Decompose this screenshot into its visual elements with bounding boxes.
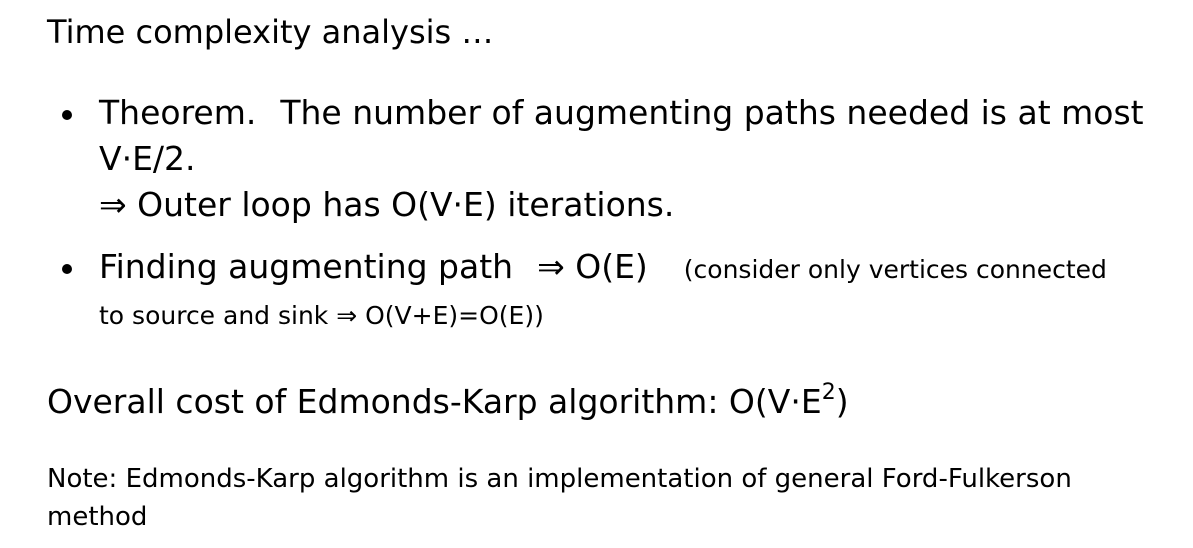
slide: Time complexity analysis … Theorem. The n… [0, 0, 1193, 548]
finding-note-start: (consider only vertices connected [683, 255, 1107, 284]
finding-text: Finding augmenting path [99, 247, 514, 286]
finding-line: Finding augmenting path ⇒ O(E) (consider o… [99, 244, 1193, 293]
theorem-continuation: V·E/2. [99, 139, 196, 178]
bullet-dot-icon [62, 110, 72, 120]
bullet-list: Theorem. The number of augmenting paths n… [0, 90, 1193, 339]
overall-cost: Overall cost of Edmonds-Karp algorithm: … [47, 380, 849, 424]
theorem-label: Theorem. [99, 93, 257, 132]
theorem-consequence: ⇒ Outer loop has O(V·E) iterations. [99, 185, 675, 224]
theorem-text: The number of augmenting paths needed is… [280, 93, 1144, 132]
theorem-line: Theorem. The number of augmenting paths n… [99, 90, 1193, 136]
finding-note-end: to source and sink ⇒ O(V+E)=O(E)) [99, 301, 544, 330]
slide-heading: Time complexity analysis … [47, 13, 494, 51]
overall-text: Overall cost of Edmonds-Karp algorithm: … [47, 382, 822, 421]
overall-exponent: 2 [821, 380, 836, 405]
bullet-finding-path: Finding augmenting path ⇒ O(E) (consider o… [0, 244, 1193, 339]
bullet-theorem: Theorem. The number of augmenting paths n… [0, 90, 1193, 228]
overall-close: ) [835, 382, 849, 421]
footnote: Note: Edmonds-Karp algorithm is an imple… [47, 464, 1072, 532]
bullet-dot-icon [62, 264, 72, 274]
finding-result: ⇒ O(E) [537, 247, 648, 286]
